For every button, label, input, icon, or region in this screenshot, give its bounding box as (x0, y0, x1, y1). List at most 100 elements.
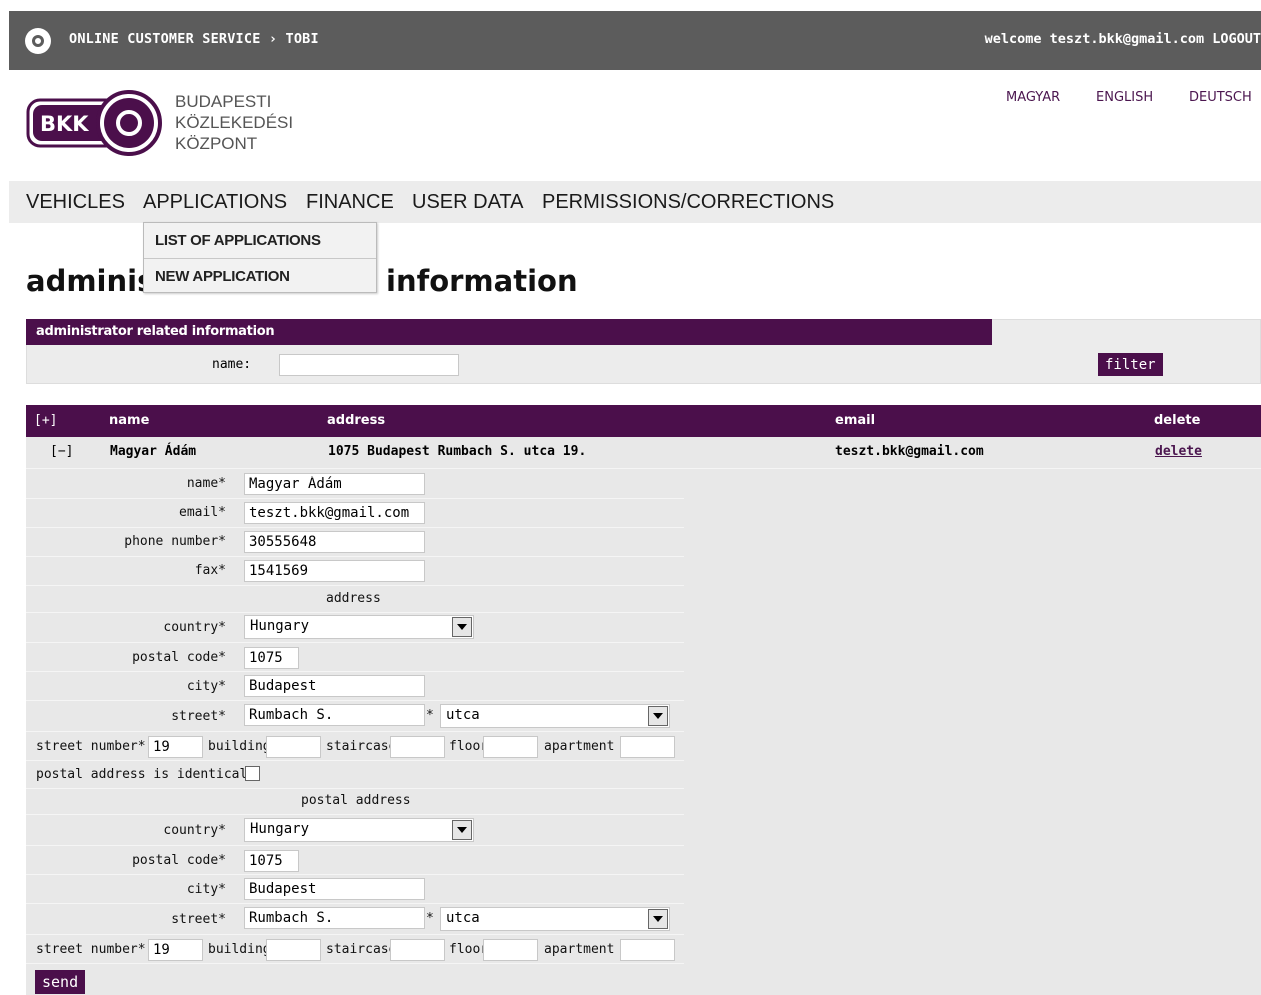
postal-street-number-label: street number* (36, 942, 146, 957)
col-email-header[interactable]: email (835, 413, 875, 428)
row-divider (26, 671, 684, 672)
chevron-down-icon[interactable] (452, 617, 472, 637)
logo-line-3: KÖZPONT (175, 134, 258, 153)
postal-street-type-value: utca (446, 910, 480, 926)
row-email: teszt.bkk@gmail.com (835, 444, 984, 459)
postal-floor-input[interactable] (483, 939, 538, 961)
nav-user-data[interactable]: USER DATA (412, 191, 524, 214)
logo-line-1: BUDAPESTI (175, 92, 272, 111)
row-divider (26, 700, 684, 701)
logo-mark: BKK (40, 112, 89, 136)
street-type-value: utca (446, 707, 480, 723)
postal-section-label: postal address (301, 793, 411, 808)
postal-apartment-label: apartment (544, 942, 615, 957)
building-label: building (208, 739, 271, 754)
filter-name-input[interactable] (279, 354, 459, 376)
row-divider (26, 788, 684, 789)
row-divider (26, 556, 684, 557)
nav-permissions-corrections[interactable]: PERMISSIONS/CORRECTIONS (542, 191, 834, 214)
col-address-header[interactable]: address (327, 413, 385, 428)
phone-label: phone number* (124, 534, 226, 549)
name-input[interactable] (244, 473, 425, 495)
apartment-input[interactable] (620, 736, 675, 758)
city-input[interactable] (244, 675, 425, 697)
nav-finance[interactable]: FINANCE (306, 191, 394, 214)
lang-deutsch[interactable]: DEUTSCH (1189, 90, 1252, 105)
expand-all-toggle[interactable]: [+] (34, 413, 57, 428)
fax-input[interactable] (244, 560, 425, 582)
postal-code-label: postal code* (132, 650, 226, 665)
filter-name-label: name: (212, 357, 252, 372)
email-label: email* (179, 505, 226, 520)
row-divider (26, 760, 684, 761)
row-divider (26, 527, 684, 528)
phone-input[interactable] (244, 531, 425, 553)
breadcrumb[interactable]: ONLINE CUSTOMER SERVICE › TOBI (69, 31, 319, 47)
lang-magyar[interactable]: MAGYAR (1006, 90, 1060, 105)
postal-postal-code-input[interactable] (244, 850, 299, 872)
row-divider (26, 903, 684, 904)
postal-street-input[interactable] (244, 907, 425, 929)
collapse-toggle[interactable]: [−] (50, 444, 73, 459)
chevron-down-icon[interactable] (648, 706, 668, 726)
top-bar: ONLINE CUSTOMER SERVICE › TOBI welcome t… (9, 11, 1261, 70)
postal-street-label: street* (171, 912, 226, 927)
page-title-right: information (386, 264, 578, 298)
building-input[interactable] (266, 736, 321, 758)
row-divider (26, 498, 684, 499)
postal-city-input[interactable] (244, 878, 425, 900)
chevron-down-icon[interactable] (452, 820, 472, 840)
row-divider (26, 612, 684, 613)
postal-code-input[interactable] (244, 647, 299, 669)
row-divider (26, 731, 684, 732)
postal-country-select[interactable]: Hungary (244, 818, 474, 842)
country-select[interactable]: Hungary (244, 615, 474, 639)
street-type-select[interactable]: utca (440, 704, 670, 728)
email-input[interactable] (244, 502, 425, 524)
postal-staircase-label: staircase (326, 942, 397, 957)
street-type-star: * (426, 708, 434, 723)
apartment-label: apartment (544, 739, 615, 754)
dropdown-list-of-applications[interactable]: LIST OF APPLICATIONS (144, 223, 376, 258)
postal-street-number-input[interactable] (148, 939, 203, 961)
postal-postal-code-label: postal code* (132, 853, 226, 868)
lang-english[interactable]: ENGLISH (1096, 90, 1153, 105)
postal-identical-checkbox[interactable] (245, 766, 260, 781)
street-number-input[interactable] (148, 736, 203, 758)
country-select-value: Hungary (250, 618, 310, 634)
dropdown-new-application[interactable]: NEW APPLICATION (144, 259, 376, 294)
postal-country-value: Hungary (250, 821, 310, 837)
row-delete-link[interactable]: delete (1155, 444, 1202, 459)
page-title-left: adminis (26, 264, 155, 298)
staircase-input[interactable] (390, 736, 445, 758)
postal-building-input[interactable] (266, 939, 321, 961)
logo-line-2: KÖZLEKEDÉSI (175, 113, 294, 132)
nav-applications[interactable]: APPLICATIONS (143, 191, 287, 214)
chevron-down-icon[interactable] (648, 909, 668, 929)
bkk-logo-icon[interactable]: BKK (26, 90, 164, 156)
nav-vehicles[interactable]: VEHICLES (26, 191, 125, 214)
street-number-label: street number* (36, 739, 146, 754)
home-circle-icon[interactable] (25, 28, 51, 54)
send-button[interactable]: send (35, 970, 86, 994)
staircase-label: staircase (326, 739, 397, 754)
col-delete-header: delete (1154, 413, 1201, 428)
postal-identical-label: postal address is identical (36, 767, 248, 782)
filter-button[interactable]: filter (1098, 353, 1163, 376)
row-divider (26, 934, 684, 935)
row-address: 1075 Budapest Rumbach S. utca 19. (328, 444, 587, 459)
postal-apartment-input[interactable] (620, 939, 675, 961)
street-input[interactable] (244, 704, 425, 726)
row-divider (26, 845, 684, 846)
postal-staircase-input[interactable] (390, 939, 445, 961)
postal-street-type-select[interactable]: utca (440, 907, 670, 931)
row-divider (26, 874, 684, 875)
welcome-logout[interactable]: welcome teszt.bkk@gmail.com LOGOUT (985, 31, 1261, 47)
name-label: name* (186, 476, 226, 491)
city-label: city* (186, 679, 226, 694)
table-header: [+] name address email delete (26, 405, 1261, 437)
country-label: country* (163, 620, 226, 635)
col-name-header[interactable]: name (109, 413, 149, 428)
floor-input[interactable] (483, 736, 538, 758)
postal-city-label: city* (186, 882, 226, 897)
